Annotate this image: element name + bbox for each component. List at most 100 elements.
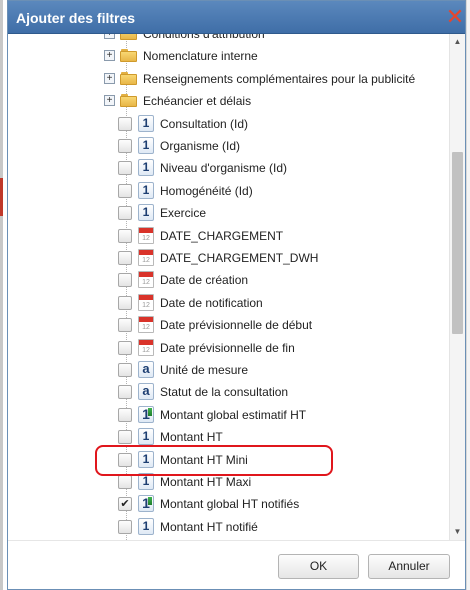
calendar-icon-header (139, 294, 153, 300)
tree-folder-row[interactable]: + Renseignements complémentaires pour la … (8, 68, 448, 90)
calendar-icon: 12 (138, 271, 154, 289)
scroll-down-arrow-icon[interactable]: ▼ (450, 524, 465, 539)
tree-field-row[interactable]: a Unité de mesure (8, 359, 448, 381)
tree-field-row[interactable]: 12 Date prévisionnelle de fin (8, 337, 448, 359)
calendar-icon-header (139, 339, 153, 345)
field-label: Montant HT (160, 430, 223, 445)
numeric-field-icon: 1 (138, 517, 154, 535)
cancel-button[interactable]: Annuler (368, 554, 450, 579)
field-checkbox[interactable] (118, 139, 132, 153)
folder-label: Renseignements complémentaires pour la p… (143, 71, 416, 86)
text-field-icon: a (138, 383, 154, 401)
field-checkbox[interactable] (118, 161, 132, 176)
folder-icon-body (120, 51, 137, 63)
tree-field-row[interactable]: 1 Montant global estimatif HT (8, 404, 448, 426)
calendar-icon-header (139, 317, 153, 323)
tree-field-row[interactable]: 12 DATE_CHARGEMENT (8, 225, 448, 247)
text-field-icon: a (138, 361, 154, 378)
field-checkbox[interactable] (118, 116, 132, 131)
dialog-titlebar[interactable]: Ajouter des filtres ✕ (8, 1, 465, 34)
expand-icon[interactable]: + (104, 34, 115, 39)
aggregate-field-icon: 1 (138, 495, 154, 513)
calendar-icon-header (139, 272, 153, 278)
folder-icon (120, 49, 137, 63)
field-checkbox[interactable] (118, 407, 132, 422)
field-label: Organisme (Id) (160, 139, 241, 153)
field-checkbox[interactable] (118, 318, 132, 333)
tree-field-row[interactable]: 12 Date de notification (8, 292, 448, 314)
tree-field-row[interactable]: a Statut de la consultation (8, 381, 448, 403)
tree-folder-row[interactable]: + Echéancier et délais (8, 90, 448, 112)
calendar-icon-number: 12 (142, 257, 150, 264)
tree-field-row[interactable]: 12 Date de création (8, 269, 448, 291)
folder-icon-body (120, 96, 137, 108)
field-label: Date de création (160, 273, 249, 288)
field-label: Montant HT Maxi (160, 475, 252, 489)
tree-field-row[interactable]: 1 Consultation (Id) (8, 113, 448, 135)
tree-field-row[interactable]: 12 DATE_CHARGEMENT_DWH (8, 247, 448, 269)
tree-field-row[interactable]: 1 Niveau d'organisme (Id) (8, 157, 448, 179)
add-filters-dialog: Ajouter des filtres ✕ + Conditions d'attr… (7, 0, 466, 590)
field-checkbox[interactable] (118, 295, 132, 310)
tree-scrollbar[interactable]: ▲ ▼ (449, 34, 465, 540)
field-checkbox[interactable] (118, 430, 132, 445)
field-checkbox[interactable] (118, 228, 132, 243)
field-label: DATE_CHARGEMENT (160, 228, 284, 243)
field-checkbox[interactable] (118, 519, 132, 534)
field-checkbox[interactable] (118, 183, 132, 198)
tree-field-row[interactable]: 1 Montant HT notifié (8, 516, 448, 538)
field-checkbox[interactable] (118, 273, 132, 288)
field-checkbox[interactable] (118, 340, 132, 355)
field-checkbox[interactable] (118, 206, 132, 221)
background-window-edge (0, 0, 3, 590)
folder-icon (120, 94, 137, 108)
field-checkbox[interactable] (118, 251, 132, 265)
field-label: Date de notification (160, 295, 263, 310)
calendar-icon-number: 12 (142, 324, 150, 332)
calendar-icon-header (139, 250, 153, 255)
field-checkbox[interactable] (118, 385, 132, 400)
field-label: Exercice (160, 206, 207, 221)
folder-icon-body (120, 73, 137, 85)
field-label: DATE_CHARGEMENT_DWH (160, 251, 319, 265)
calendar-icon: 12 (138, 293, 154, 311)
expand-icon[interactable]: + (104, 72, 115, 84)
field-label: Niveau d'organisme (Id) (160, 161, 288, 176)
folder-label: Conditions d'attribution (143, 34, 265, 41)
calendar-icon-number: 12 (142, 346, 150, 354)
tree-field-row[interactable]: 1 Exercice (8, 202, 448, 224)
calendar-icon-number: 12 (142, 234, 150, 242)
calendar-icon-number: 12 (142, 279, 150, 287)
expand-icon[interactable]: + (104, 50, 115, 62)
numeric-field-icon: 1 (138, 204, 154, 222)
folder-label: Nomenclature interne (143, 49, 258, 64)
field-label: Date prévisionnelle de début (160, 318, 313, 333)
calendar-icon: 12 (138, 249, 154, 266)
calendar-icon-number: 12 (142, 301, 150, 309)
field-label: Consultation (Id) (160, 116, 249, 131)
tree-field-row[interactable]: 12 Date prévisionnelle de début (8, 314, 448, 336)
tree-field-row[interactable]: 1 Organisme (Id) (8, 135, 448, 157)
tree-folder-row[interactable]: + Nomenclature interne (8, 45, 448, 67)
close-icon[interactable]: ✕ (445, 4, 465, 30)
background-window-edge-right (466, 0, 470, 590)
folder-icon (120, 71, 137, 85)
dialog-title: Ajouter des filtres (16, 10, 136, 26)
field-checkbox[interactable] (118, 475, 132, 489)
expand-icon[interactable]: + (104, 95, 115, 107)
scrollbar-thumb[interactable] (452, 152, 463, 334)
field-checkbox[interactable] (118, 363, 132, 377)
calendar-icon: 12 (138, 338, 154, 356)
numeric-field-icon: 1 (138, 428, 154, 446)
tree-field-row[interactable]: 1 Homogénéité (Id) (8, 180, 448, 202)
tree-field-row[interactable]: ✔ 1 Montant global HT notifiés (8, 493, 448, 515)
calendar-icon: 12 (138, 226, 154, 244)
field-label: Date prévisionnelle de fin (160, 340, 295, 355)
field-checkbox[interactable]: ✔ (118, 497, 132, 512)
calendar-icon-header (139, 227, 153, 233)
tree-folder-row[interactable]: + Conditions d'attribution (8, 34, 448, 45)
dialog-footer: OK Annuler (8, 540, 465, 589)
ok-button[interactable]: OK (278, 554, 359, 579)
aggregate-marker (148, 407, 152, 416)
scroll-up-arrow-icon[interactable]: ▲ (450, 34, 465, 49)
